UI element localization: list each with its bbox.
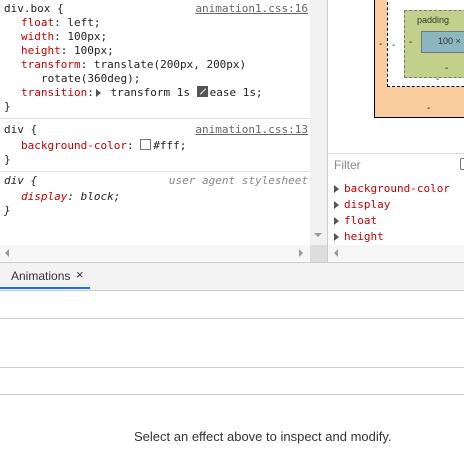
animation-details: Select an effect above to inspect and mo… (0, 395, 464, 468)
border-left-value[interactable]: - (392, 40, 395, 51)
margin-bottom-value[interactable]: - (427, 103, 430, 114)
box-model-content: 100 × (421, 31, 464, 53)
computed-filter-input[interactable]: Filter (334, 158, 434, 172)
computed-item[interactable]: float (334, 214, 377, 228)
box-model-margin: - - border - - padding - - 100 × (374, 0, 464, 118)
css-property-display: display: block; (21, 190, 121, 203)
box-model-border: border - - padding - - 100 × (387, 0, 464, 87)
computed-item[interactable]: display (334, 198, 390, 212)
empty-state-message: Select an effect above to inspect and mo… (134, 429, 392, 444)
filter-divider (328, 153, 464, 154)
rule-close-brace: } (4, 100, 11, 113)
scroll-left-icon[interactable] (334, 249, 338, 257)
expand-triangle-icon[interactable] (334, 185, 339, 193)
expand-triangle-icon[interactable] (334, 201, 339, 209)
rule-selector: div { (4, 174, 38, 187)
css-property-background-color[interactable]: background-color: #fff; (21, 139, 186, 153)
computed-item[interactable]: height (334, 230, 384, 244)
show-all-checkbox[interactable] (460, 158, 464, 170)
close-icon[interactable]: × (76, 267, 84, 282)
color-swatch-icon[interactable] (140, 139, 152, 150)
computed-item[interactable]: background-color (334, 182, 450, 196)
scroll-down-icon[interactable] (314, 233, 322, 237)
rule-close-brace: } (4, 153, 11, 166)
css-property-transform[interactable]: transform: translate(200px, 200px) (21, 58, 246, 72)
rule-source-link[interactable]: animation1.css:13 (195, 123, 308, 137)
rule-selector[interactable]: div.box { (4, 2, 64, 16)
expand-triangle-icon[interactable] (95, 89, 101, 97)
scrollbar-corner (310, 245, 327, 262)
margin-left-value[interactable]: - (379, 39, 382, 50)
expand-triangle-icon[interactable] (334, 233, 339, 241)
padding-bottom-value[interactable]: - (445, 63, 448, 74)
styles-pane: div.box { animation1.css:16 float: left;… (0, 0, 310, 262)
computed-pane: - - border - - padding - - 100 × Filter … (328, 0, 464, 262)
animation-timeline[interactable] (0, 319, 464, 367)
rule-divider (0, 171, 310, 172)
tab-label[interactable]: Animations (11, 269, 70, 283)
rule-close-brace: } (4, 204, 11, 217)
scroll-right-icon[interactable] (299, 249, 303, 257)
styles-horizontal-scrollbar[interactable] (0, 245, 310, 261)
user-agent-stylesheet-label: user agent stylesheet (168, 174, 308, 187)
animation-groups[interactable] (0, 368, 464, 394)
css-property-height[interactable]: height: 100px; (21, 44, 114, 58)
box-model-padding: padding - - 100 × (404, 10, 464, 78)
computed-horizontal-scrollbar[interactable] (328, 245, 464, 261)
padding-left-value[interactable]: - (409, 37, 412, 48)
tab-animations[interactable]: Animations × (0, 263, 90, 289)
drawer-tabbar: Animations × (0, 263, 464, 291)
padding-label: padding (417, 15, 450, 25)
easing-editor-icon[interactable] (196, 86, 208, 97)
css-property-transform-cont: rotate(360deg); (41, 72, 141, 85)
css-property-transition[interactable]: transition: transform 1s ease 1s; (21, 86, 263, 100)
rule-divider (0, 118, 310, 119)
expand-triangle-icon[interactable] (334, 217, 339, 225)
styles-vertical-scrollbar[interactable] (310, 0, 327, 262)
css-property-width[interactable]: width: 100px; (21, 30, 107, 44)
css-property-float[interactable]: float: left; (21, 16, 101, 30)
scroll-left-icon[interactable] (5, 249, 9, 257)
rule-source-link[interactable]: animation1.css:16 (195, 2, 308, 16)
content-size-label[interactable]: 100 × (438, 36, 461, 46)
animations-toolbar (0, 291, 464, 318)
rule-selector[interactable]: div { (4, 123, 37, 137)
